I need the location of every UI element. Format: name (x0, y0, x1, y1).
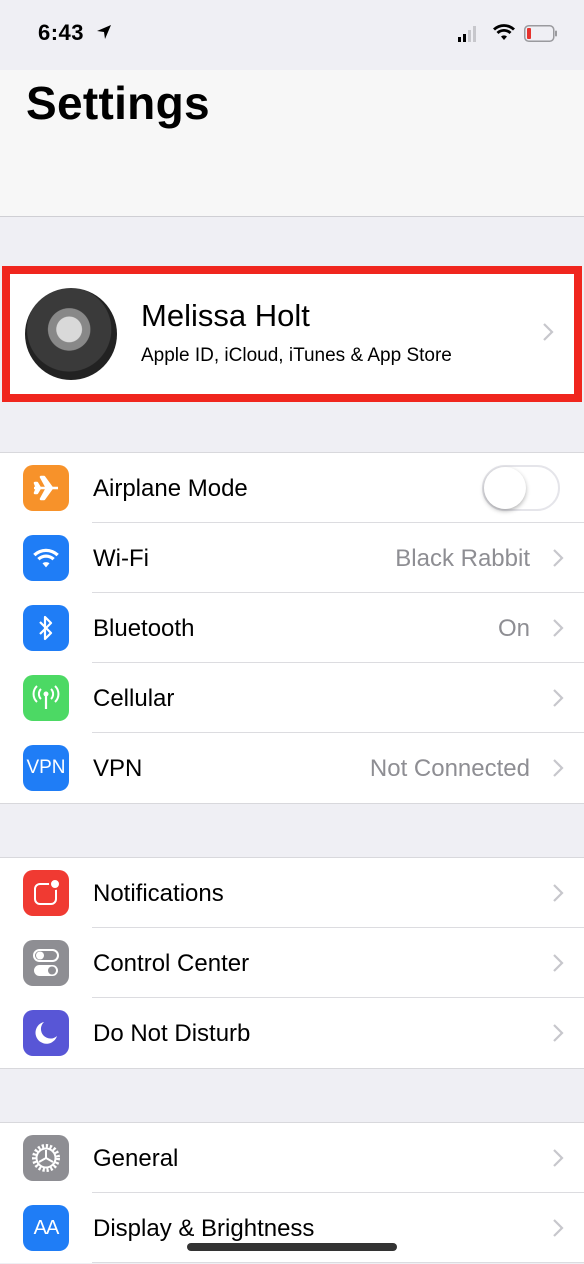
battery-icon (524, 25, 557, 42)
airplane-mode-toggle[interactable] (482, 465, 560, 511)
moon-icon (23, 1010, 69, 1056)
wifi-status-icon (493, 24, 515, 40)
toggle-knob (484, 467, 526, 509)
control-center-icon (23, 940, 69, 986)
chevron-right-icon (553, 1149, 564, 1167)
row-label: Bluetooth (93, 615, 195, 642)
apple-id-profile-row[interactable]: Melissa Holt Apple ID, iCloud, iTunes & … (2, 266, 582, 402)
cellular-antenna-icon (23, 675, 69, 721)
status-time: 6:43 (38, 20, 85, 45)
wifi-icon (23, 535, 69, 581)
settings-row-display-brightness[interactable]: AA Display & Brightness (0, 1193, 584, 1263)
row-label: General (93, 1145, 179, 1172)
profile-name: Melissa Holt (141, 298, 310, 333)
bluetooth-icon (23, 605, 69, 651)
row-value: Black Rabbit (395, 545, 530, 572)
settings-row-wifi[interactable]: Wi-Fi Black Rabbit (0, 523, 584, 593)
settings-row-general[interactable]: General (0, 1123, 584, 1193)
divider (92, 1262, 584, 1263)
chevron-right-icon (553, 689, 564, 707)
page-title: Settings (26, 77, 210, 129)
settings-row-airplane-mode[interactable]: Airplane Mode (0, 453, 584, 523)
home-indicator[interactable] (187, 1243, 397, 1251)
row-label: VPN (93, 755, 143, 782)
chevron-right-icon (553, 549, 564, 567)
display-icon-text: AA (33, 1216, 60, 1239)
vpn-icon: VPN (23, 745, 69, 791)
row-label: Control Center (93, 950, 250, 977)
status-bar: 6:43 (0, 0, 584, 70)
chevron-right-icon (543, 323, 554, 341)
chevron-right-icon (553, 954, 564, 972)
chevron-right-icon (553, 884, 564, 902)
row-label: Cellular (93, 685, 175, 712)
general-group: General AA Display & Brightness (0, 1122, 584, 1263)
location-arrow-icon (97, 25, 111, 39)
chevron-right-icon (553, 1219, 564, 1237)
vpn-icon-text: VPN (26, 757, 66, 778)
airplane-icon (23, 465, 69, 511)
settings-row-vpn[interactable]: VPN VPN Not Connected (0, 733, 584, 803)
row-label: Display & Brightness (93, 1215, 315, 1242)
settings-row-control-center[interactable]: Control Center (0, 928, 584, 998)
row-label: Do Not Disturb (93, 1020, 251, 1047)
settings-row-cellular[interactable]: Cellular (0, 663, 584, 733)
chevron-right-icon (553, 619, 564, 637)
display-brightness-icon: AA (23, 1205, 69, 1251)
row-label: Airplane Mode (93, 475, 248, 502)
profile-subtitle: Apple ID, iCloud, iTunes & App Store (141, 345, 452, 366)
row-label: Wi-Fi (93, 545, 149, 572)
cellular-signal-icon (458, 26, 476, 42)
row-value: On (497, 615, 530, 642)
settings-row-do-not-disturb[interactable]: Do Not Disturb (0, 998, 584, 1068)
chevron-right-icon (553, 759, 564, 777)
row-value: Not Connected (369, 755, 530, 782)
chevron-right-icon (553, 1024, 564, 1042)
connectivity-group: Airplane Mode Wi-Fi Black Rabbit Bluetoo… (0, 452, 584, 804)
settings-row-bluetooth[interactable]: Bluetooth On (0, 593, 584, 663)
row-label: Notifications (93, 880, 224, 907)
notifications-group: Notifications Control Center Do Not Dist… (0, 857, 584, 1069)
settings-row-notifications[interactable]: Notifications (0, 858, 584, 928)
gear-icon (23, 1135, 69, 1181)
notifications-icon (23, 870, 69, 916)
avatar (25, 288, 117, 380)
